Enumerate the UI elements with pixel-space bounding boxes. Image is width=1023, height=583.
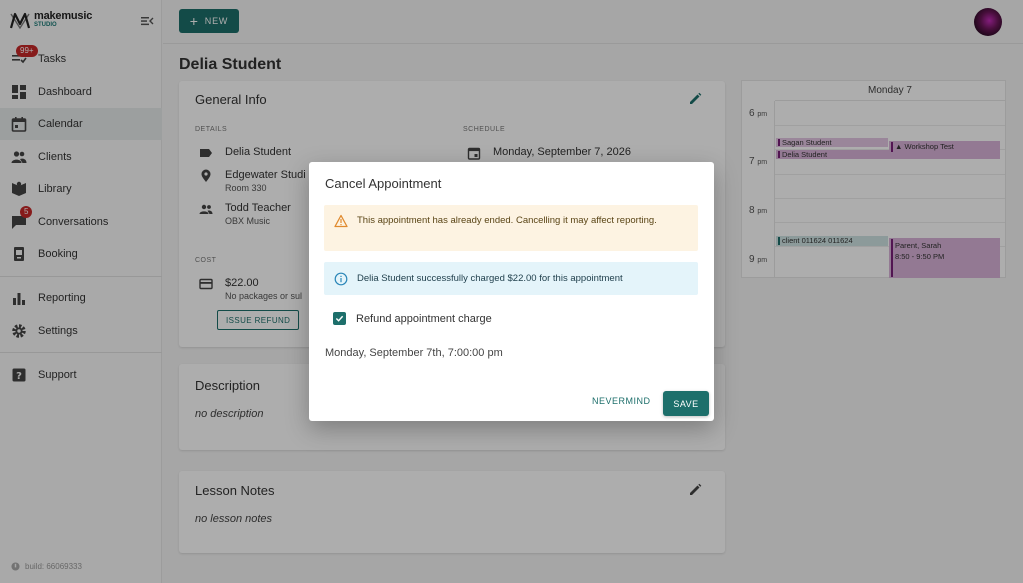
cancel-appointment-dialog: Cancel Appointment This appointment has …	[309, 162, 714, 421]
check-icon	[335, 315, 344, 322]
info-icon	[334, 272, 348, 285]
appointment-datetime: Monday, September 7th, 7:00:00 pm	[325, 347, 503, 359]
save-button[interactable]: SAVE	[663, 391, 709, 416]
dialog-title: Cancel Appointment	[325, 176, 442, 191]
info-alert: Delia Student successfully charged $22.0…	[324, 262, 698, 295]
nevermind-button[interactable]: NEVERMIND	[592, 396, 651, 406]
refund-checkbox-row[interactable]: Refund appointment charge	[333, 312, 492, 325]
info-text: Delia Student successfully charged $22.0…	[357, 273, 623, 284]
refund-checkbox[interactable]	[333, 312, 346, 325]
warning-text: This appointment has already ended. Canc…	[357, 215, 657, 226]
warning-alert: This appointment has already ended. Canc…	[324, 205, 698, 251]
warning-icon	[334, 214, 348, 228]
refund-checkbox-label: Refund appointment charge	[356, 312, 492, 325]
